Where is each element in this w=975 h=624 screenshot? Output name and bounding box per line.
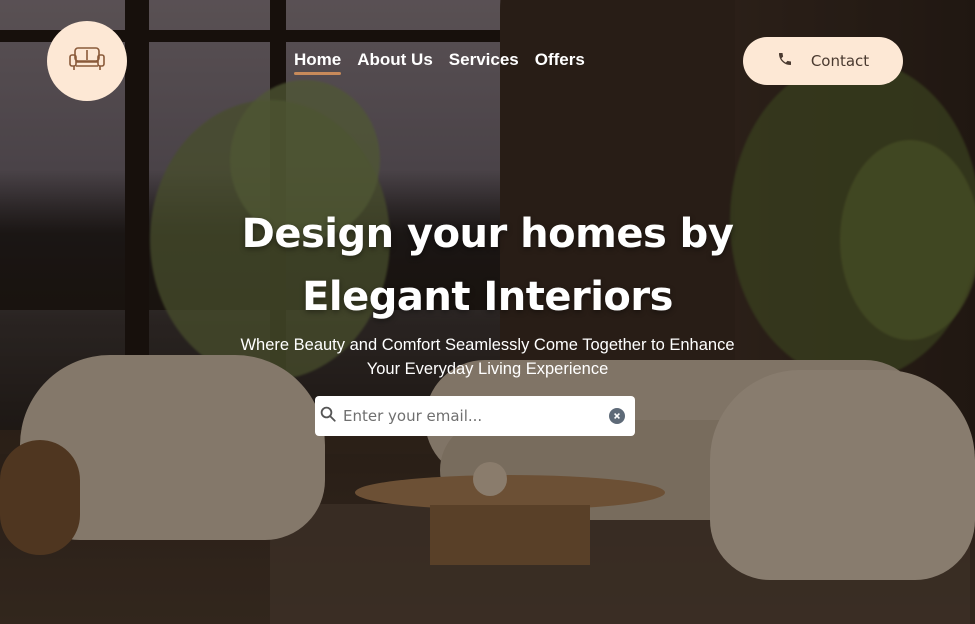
hero-title-line-1: Design your homes by xyxy=(241,211,734,257)
hero-subtitle: Where Beauty and Comfort Seamlessly Come… xyxy=(210,333,765,381)
clear-icon[interactable] xyxy=(609,408,625,424)
nav-link-services[interactable]: Services xyxy=(449,50,519,75)
nav-link-about-us[interactable]: About Us xyxy=(357,50,433,75)
email-input[interactable] xyxy=(341,406,609,426)
email-search-box xyxy=(315,396,635,436)
contact-button-label: Contact xyxy=(810,52,870,70)
search-icon xyxy=(319,405,337,427)
nav-link-offers[interactable]: Offers xyxy=(535,50,585,75)
hero-subtitle-line-2: Your Everyday Living Experience xyxy=(366,360,609,378)
main-nav: Home About Us Services Offers xyxy=(294,50,601,75)
contact-button[interactable]: Contact xyxy=(743,37,903,85)
hero-title: Design your homes by Elegant Interiors xyxy=(0,203,975,329)
logo[interactable] xyxy=(47,21,127,101)
sofa-icon xyxy=(68,45,106,77)
hero-title-line-2: Elegant Interiors xyxy=(302,274,673,320)
hero-subtitle-line-1: Where Beauty and Comfort Seamlessly Come… xyxy=(240,336,735,354)
nav-link-home[interactable]: Home xyxy=(294,50,342,75)
phone-icon xyxy=(777,51,793,71)
